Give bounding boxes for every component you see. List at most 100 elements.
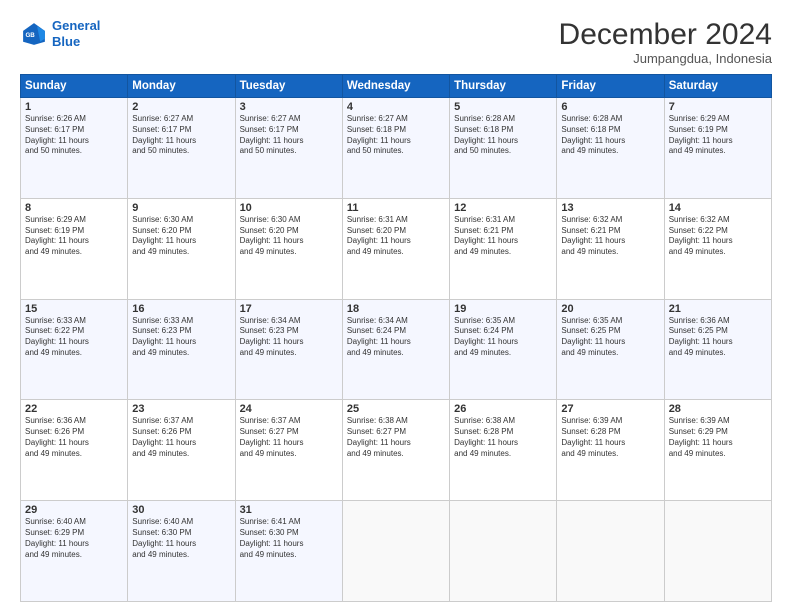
day-info: Sunrise: 6:27 AMSunset: 6:17 PMDaylight:… [240, 114, 338, 157]
day-number: 14 [669, 202, 767, 214]
calendar-day-cell [557, 501, 664, 602]
calendar-day-cell: 23Sunrise: 6:37 AMSunset: 6:26 PMDayligh… [128, 400, 235, 501]
calendar-day-cell: 28Sunrise: 6:39 AMSunset: 6:29 PMDayligh… [664, 400, 771, 501]
calendar-day-cell: 19Sunrise: 6:35 AMSunset: 6:24 PMDayligh… [450, 299, 557, 400]
day-number: 3 [240, 101, 338, 113]
calendar-day-cell: 31Sunrise: 6:41 AMSunset: 6:30 PMDayligh… [235, 501, 342, 602]
day-info: Sunrise: 6:40 AMSunset: 6:29 PMDaylight:… [25, 517, 123, 560]
day-info: Sunrise: 6:40 AMSunset: 6:30 PMDaylight:… [132, 517, 230, 560]
day-number: 30 [132, 504, 230, 516]
day-number: 27 [561, 403, 659, 415]
calendar-day-cell: 18Sunrise: 6:34 AMSunset: 6:24 PMDayligh… [342, 299, 449, 400]
day-info: Sunrise: 6:37 AMSunset: 6:27 PMDaylight:… [240, 416, 338, 459]
logo-line1: General [52, 18, 100, 33]
calendar-week-row: 15Sunrise: 6:33 AMSunset: 6:22 PMDayligh… [21, 299, 772, 400]
day-number: 21 [669, 303, 767, 315]
calendar-day-cell: 21Sunrise: 6:36 AMSunset: 6:25 PMDayligh… [664, 299, 771, 400]
day-number: 11 [347, 202, 445, 214]
calendar-day-cell [450, 501, 557, 602]
day-info: Sunrise: 6:39 AMSunset: 6:28 PMDaylight:… [561, 416, 659, 459]
day-number: 18 [347, 303, 445, 315]
calendar-header-row: SundayMondayTuesdayWednesdayThursdayFrid… [21, 75, 772, 98]
logo-line2: Blue [52, 34, 80, 49]
day-number: 19 [454, 303, 552, 315]
day-info: Sunrise: 6:33 AMSunset: 6:23 PMDaylight:… [132, 316, 230, 359]
calendar-day-header: Sunday [21, 75, 128, 98]
day-info: Sunrise: 6:36 AMSunset: 6:26 PMDaylight:… [25, 416, 123, 459]
subtitle: Jumpangdua, Indonesia [559, 51, 772, 66]
day-number: 16 [132, 303, 230, 315]
day-number: 25 [347, 403, 445, 415]
day-info: Sunrise: 6:37 AMSunset: 6:26 PMDaylight:… [132, 416, 230, 459]
calendar-day-cell: 5Sunrise: 6:28 AMSunset: 6:18 PMDaylight… [450, 98, 557, 199]
day-number: 1 [25, 101, 123, 113]
day-number: 8 [25, 202, 123, 214]
calendar-day-header: Tuesday [235, 75, 342, 98]
day-info: Sunrise: 6:34 AMSunset: 6:24 PMDaylight:… [347, 316, 445, 359]
day-info: Sunrise: 6:41 AMSunset: 6:30 PMDaylight:… [240, 517, 338, 560]
calendar-day-header: Wednesday [342, 75, 449, 98]
day-number: 5 [454, 101, 552, 113]
day-number: 28 [669, 403, 767, 415]
calendar-day-cell: 24Sunrise: 6:37 AMSunset: 6:27 PMDayligh… [235, 400, 342, 501]
day-info: Sunrise: 6:35 AMSunset: 6:24 PMDaylight:… [454, 316, 552, 359]
calendar-day-cell: 25Sunrise: 6:38 AMSunset: 6:27 PMDayligh… [342, 400, 449, 501]
day-info: Sunrise: 6:31 AMSunset: 6:21 PMDaylight:… [454, 215, 552, 258]
title-block: December 2024 Jumpangdua, Indonesia [559, 18, 772, 66]
calendar-day-cell: 29Sunrise: 6:40 AMSunset: 6:29 PMDayligh… [21, 501, 128, 602]
day-info: Sunrise: 6:27 AMSunset: 6:17 PMDaylight:… [132, 114, 230, 157]
day-info: Sunrise: 6:36 AMSunset: 6:25 PMDaylight:… [669, 316, 767, 359]
calendar-day-cell: 22Sunrise: 6:36 AMSunset: 6:26 PMDayligh… [21, 400, 128, 501]
calendar-day-cell: 10Sunrise: 6:30 AMSunset: 6:20 PMDayligh… [235, 198, 342, 299]
calendar-day-cell: 6Sunrise: 6:28 AMSunset: 6:18 PMDaylight… [557, 98, 664, 199]
day-info: Sunrise: 6:38 AMSunset: 6:28 PMDaylight:… [454, 416, 552, 459]
calendar-day-cell: 17Sunrise: 6:34 AMSunset: 6:23 PMDayligh… [235, 299, 342, 400]
day-info: Sunrise: 6:32 AMSunset: 6:21 PMDaylight:… [561, 215, 659, 258]
calendar-day-cell: 3Sunrise: 6:27 AMSunset: 6:17 PMDaylight… [235, 98, 342, 199]
day-info: Sunrise: 6:31 AMSunset: 6:20 PMDaylight:… [347, 215, 445, 258]
calendar-day-cell: 16Sunrise: 6:33 AMSunset: 6:23 PMDayligh… [128, 299, 235, 400]
day-number: 9 [132, 202, 230, 214]
day-info: Sunrise: 6:38 AMSunset: 6:27 PMDaylight:… [347, 416, 445, 459]
calendar-day-cell: 12Sunrise: 6:31 AMSunset: 6:21 PMDayligh… [450, 198, 557, 299]
day-number: 31 [240, 504, 338, 516]
calendar-day-cell [664, 501, 771, 602]
calendar-day-cell: 7Sunrise: 6:29 AMSunset: 6:19 PMDaylight… [664, 98, 771, 199]
calendar-week-row: 8Sunrise: 6:29 AMSunset: 6:19 PMDaylight… [21, 198, 772, 299]
calendar-day-cell: 27Sunrise: 6:39 AMSunset: 6:28 PMDayligh… [557, 400, 664, 501]
day-number: 24 [240, 403, 338, 415]
calendar-day-cell: 20Sunrise: 6:35 AMSunset: 6:25 PMDayligh… [557, 299, 664, 400]
calendar-week-row: 22Sunrise: 6:36 AMSunset: 6:26 PMDayligh… [21, 400, 772, 501]
calendar-table: SundayMondayTuesdayWednesdayThursdayFrid… [20, 74, 772, 602]
day-info: Sunrise: 6:39 AMSunset: 6:29 PMDaylight:… [669, 416, 767, 459]
calendar-week-row: 1Sunrise: 6:26 AMSunset: 6:17 PMDaylight… [21, 98, 772, 199]
logo-icon: GB [20, 20, 48, 48]
day-number: 13 [561, 202, 659, 214]
calendar-day-cell: 1Sunrise: 6:26 AMSunset: 6:17 PMDaylight… [21, 98, 128, 199]
logo: GB General Blue [20, 18, 100, 49]
calendar-day-header: Friday [557, 75, 664, 98]
day-info: Sunrise: 6:29 AMSunset: 6:19 PMDaylight:… [25, 215, 123, 258]
svg-text:GB: GB [25, 32, 35, 39]
calendar-day-cell: 8Sunrise: 6:29 AMSunset: 6:19 PMDaylight… [21, 198, 128, 299]
day-info: Sunrise: 6:35 AMSunset: 6:25 PMDaylight:… [561, 316, 659, 359]
calendar-day-cell: 26Sunrise: 6:38 AMSunset: 6:28 PMDayligh… [450, 400, 557, 501]
day-info: Sunrise: 6:33 AMSunset: 6:22 PMDaylight:… [25, 316, 123, 359]
calendar-day-cell: 11Sunrise: 6:31 AMSunset: 6:20 PMDayligh… [342, 198, 449, 299]
day-info: Sunrise: 6:32 AMSunset: 6:22 PMDaylight:… [669, 215, 767, 258]
calendar-day-cell: 4Sunrise: 6:27 AMSunset: 6:18 PMDaylight… [342, 98, 449, 199]
day-number: 2 [132, 101, 230, 113]
calendar-day-header: Thursday [450, 75, 557, 98]
day-number: 7 [669, 101, 767, 113]
calendar-week-row: 29Sunrise: 6:40 AMSunset: 6:29 PMDayligh… [21, 501, 772, 602]
day-number: 17 [240, 303, 338, 315]
logo-text: General Blue [52, 18, 100, 49]
day-number: 29 [25, 504, 123, 516]
calendar-day-header: Monday [128, 75, 235, 98]
day-info: Sunrise: 6:26 AMSunset: 6:17 PMDaylight:… [25, 114, 123, 157]
calendar-day-cell: 13Sunrise: 6:32 AMSunset: 6:21 PMDayligh… [557, 198, 664, 299]
day-number: 4 [347, 101, 445, 113]
main-title: December 2024 [559, 18, 772, 51]
day-info: Sunrise: 6:29 AMSunset: 6:19 PMDaylight:… [669, 114, 767, 157]
day-info: Sunrise: 6:30 AMSunset: 6:20 PMDaylight:… [240, 215, 338, 258]
